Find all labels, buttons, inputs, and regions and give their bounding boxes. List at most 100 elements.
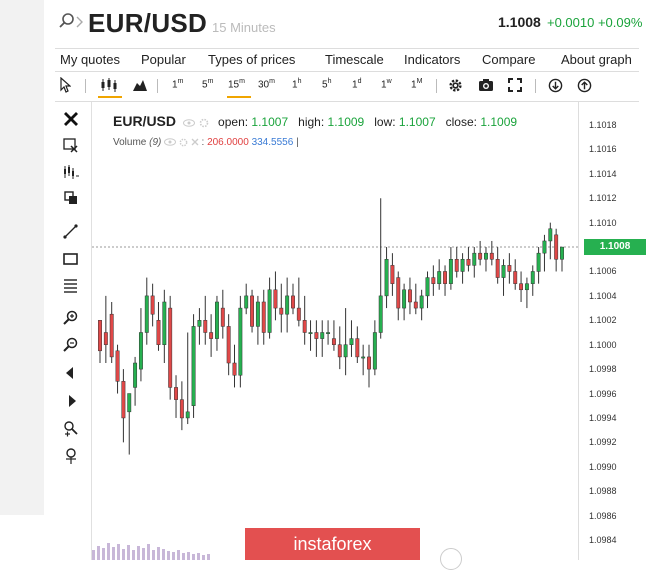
menu-types-of-prices[interactable]: Types of prices (208, 52, 295, 67)
candle[interactable] (548, 222, 553, 260)
timeframe-1m[interactable]: 1m (172, 78, 183, 90)
candle[interactable] (279, 283, 284, 333)
candle[interactable] (273, 271, 278, 321)
candle[interactable] (179, 381, 184, 431)
close-icon[interactable] (62, 110, 80, 128)
candle[interactable] (367, 344, 371, 388)
indicator-bars-icon[interactable] (62, 163, 80, 181)
horizontal-lines-icon[interactable] (62, 276, 80, 294)
candle[interactable] (331, 320, 336, 351)
candle[interactable] (384, 247, 389, 309)
candle[interactable] (501, 259, 506, 296)
timeframe-30m[interactable]: 30m (258, 78, 275, 90)
candle[interactable] (215, 295, 219, 351)
candle[interactable] (407, 277, 412, 315)
candle[interactable] (513, 259, 518, 290)
magnet-zoom-icon[interactable] (62, 420, 80, 438)
candle[interactable] (144, 277, 149, 345)
fullscreen-icon[interactable] (508, 78, 522, 92)
symbol-title[interactable]: EUR/USD (88, 8, 207, 39)
candle[interactable] (343, 308, 348, 376)
candle[interactable] (302, 295, 307, 345)
candle[interactable] (250, 289, 255, 333)
candle[interactable] (443, 265, 447, 296)
menu-timescale[interactable]: Timescale (325, 52, 384, 67)
candle[interactable] (314, 320, 319, 357)
candle[interactable] (460, 253, 465, 284)
candle[interactable] (419, 289, 424, 321)
candle[interactable] (448, 247, 453, 290)
menu-compare[interactable]: Compare (482, 52, 535, 67)
candle[interactable] (226, 314, 231, 376)
scroll-left-icon[interactable] (62, 364, 80, 382)
menu-indicators[interactable]: Indicators (404, 52, 460, 67)
menu-about-graph[interactable]: About graph (561, 52, 632, 67)
candle[interactable] (361, 344, 366, 376)
candle[interactable] (472, 247, 477, 278)
candle[interactable] (437, 259, 442, 290)
candle[interactable] (150, 283, 155, 327)
timeframe-1h[interactable]: 1h (292, 78, 301, 90)
candle[interactable] (413, 283, 418, 315)
candle[interactable] (244, 283, 249, 315)
eye-icon[interactable] (183, 119, 196, 127)
trend-line-icon[interactable] (62, 222, 80, 240)
candle[interactable] (308, 320, 313, 351)
candle[interactable] (127, 393, 132, 455)
zoom-in-icon[interactable] (62, 309, 80, 327)
candle[interactable] (133, 356, 138, 406)
candle[interactable] (524, 277, 529, 309)
candle[interactable] (285, 277, 290, 333)
candle[interactable] (542, 234, 547, 272)
price-axis[interactable]: 1.10181.10161.10141.10121.10101.10081.10… (578, 102, 640, 560)
cloud-upload-icon[interactable] (577, 78, 592, 93)
menu-my-quotes[interactable]: My quotes (60, 52, 120, 67)
candle[interactable] (203, 295, 208, 345)
timeframe-5m[interactable]: 5m (202, 78, 213, 90)
menu-popular[interactable]: Popular (141, 52, 186, 67)
candle[interactable] (238, 295, 243, 388)
candle[interactable] (454, 247, 459, 278)
candle[interactable] (138, 308, 143, 382)
copy-icon[interactable] (62, 189, 80, 207)
candle[interactable] (326, 320, 331, 345)
candle[interactable] (209, 314, 214, 357)
candle[interactable] (115, 344, 120, 394)
candle[interactable] (390, 253, 395, 296)
gear-icon[interactable] (448, 78, 463, 93)
candlestick-chart[interactable] (92, 102, 578, 560)
timeframe-1M[interactable]: 1M (411, 78, 422, 90)
candlestick-chart-icon[interactable] (100, 78, 118, 92)
candle[interactable] (267, 277, 272, 339)
cloud-download-icon[interactable] (548, 78, 563, 93)
candle[interactable] (396, 271, 401, 321)
eye-icon[interactable] (164, 138, 177, 147)
candle[interactable] (495, 247, 500, 284)
candle[interactable] (156, 301, 161, 351)
timeframe-5h[interactable]: 5h (322, 78, 331, 90)
candle[interactable] (466, 247, 471, 272)
candle[interactable] (109, 301, 114, 364)
cursor-icon[interactable] (59, 77, 71, 93)
reset-zoom-icon[interactable] (62, 447, 80, 465)
candle[interactable] (296, 277, 301, 327)
candle[interactable] (162, 289, 167, 364)
candle[interactable] (197, 308, 202, 345)
candle[interactable] (402, 283, 407, 321)
candle[interactable] (220, 289, 225, 339)
timeframe-15m[interactable]: 15m (228, 78, 245, 90)
candle[interactable] (103, 295, 108, 364)
candle[interactable] (478, 240, 483, 266)
candle[interactable] (560, 246, 564, 272)
candle[interactable] (98, 320, 102, 364)
chart-area[interactable] (92, 102, 578, 560)
close-icon[interactable] (191, 138, 199, 146)
timeframe-1w[interactable]: 1w (381, 78, 392, 90)
timeframe-1d[interactable]: 1d (352, 78, 361, 90)
candle[interactable] (431, 265, 436, 296)
candle[interactable] (355, 326, 360, 364)
gear-icon[interactable] (199, 118, 209, 128)
candle[interactable] (320, 320, 325, 357)
zoom-out-icon[interactable] (62, 336, 80, 354)
candle[interactable] (378, 198, 383, 339)
